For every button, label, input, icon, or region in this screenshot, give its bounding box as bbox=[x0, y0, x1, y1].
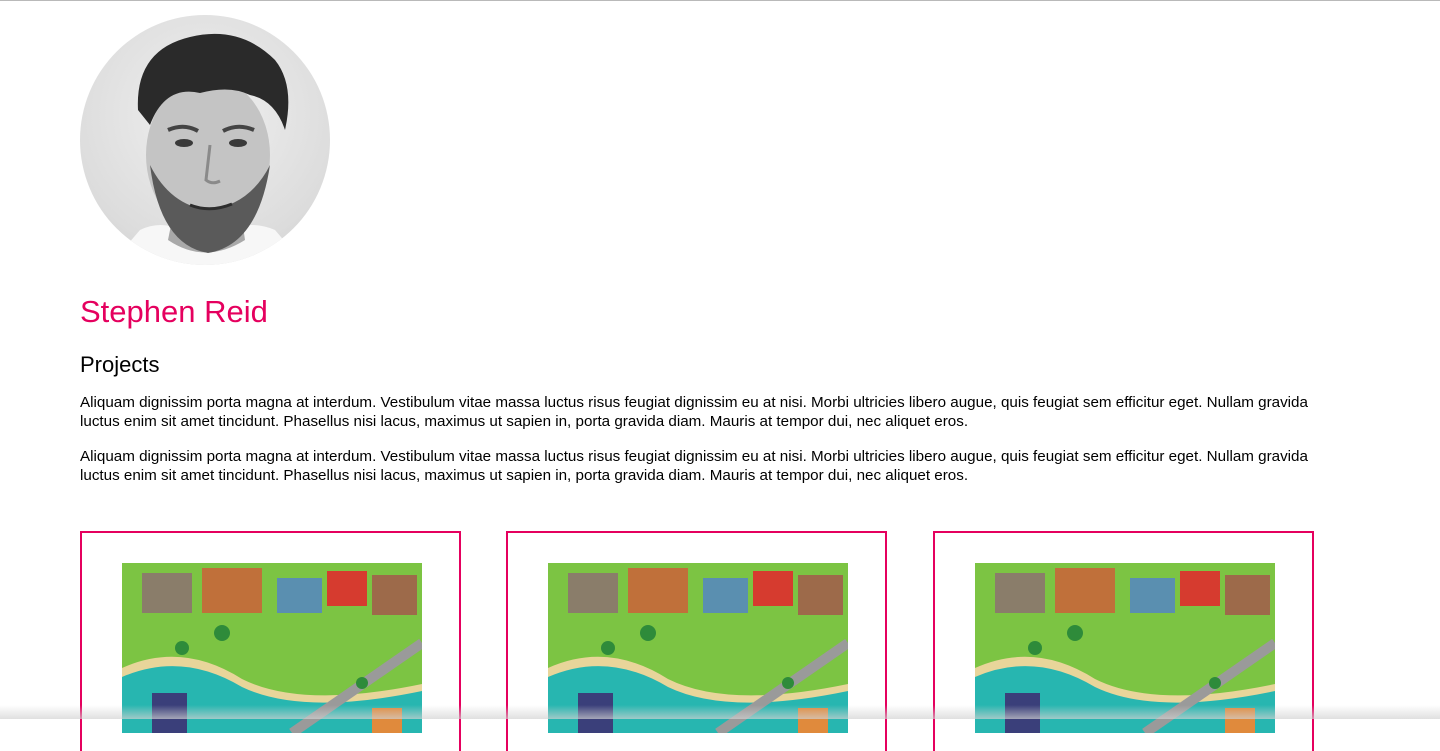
projects-paragraph: Aliquam dignissim porta magna at interdu… bbox=[80, 394, 1308, 430]
profile-name: Stephen Reid bbox=[80, 294, 268, 329]
avatar bbox=[80, 15, 330, 265]
projects-paragraph: Aliquam dignissim porta magna at interdu… bbox=[80, 448, 1308, 484]
projects-heading: Projects bbox=[80, 352, 160, 377]
top-border bbox=[0, 0, 1440, 1]
profile-section: Stephen Reid Projects Aliquam dignissim … bbox=[80, 15, 1320, 485]
project-cards bbox=[80, 531, 1320, 751]
bottom-shadow bbox=[0, 705, 1440, 719]
avatar-portrait-image bbox=[110, 33, 305, 265]
